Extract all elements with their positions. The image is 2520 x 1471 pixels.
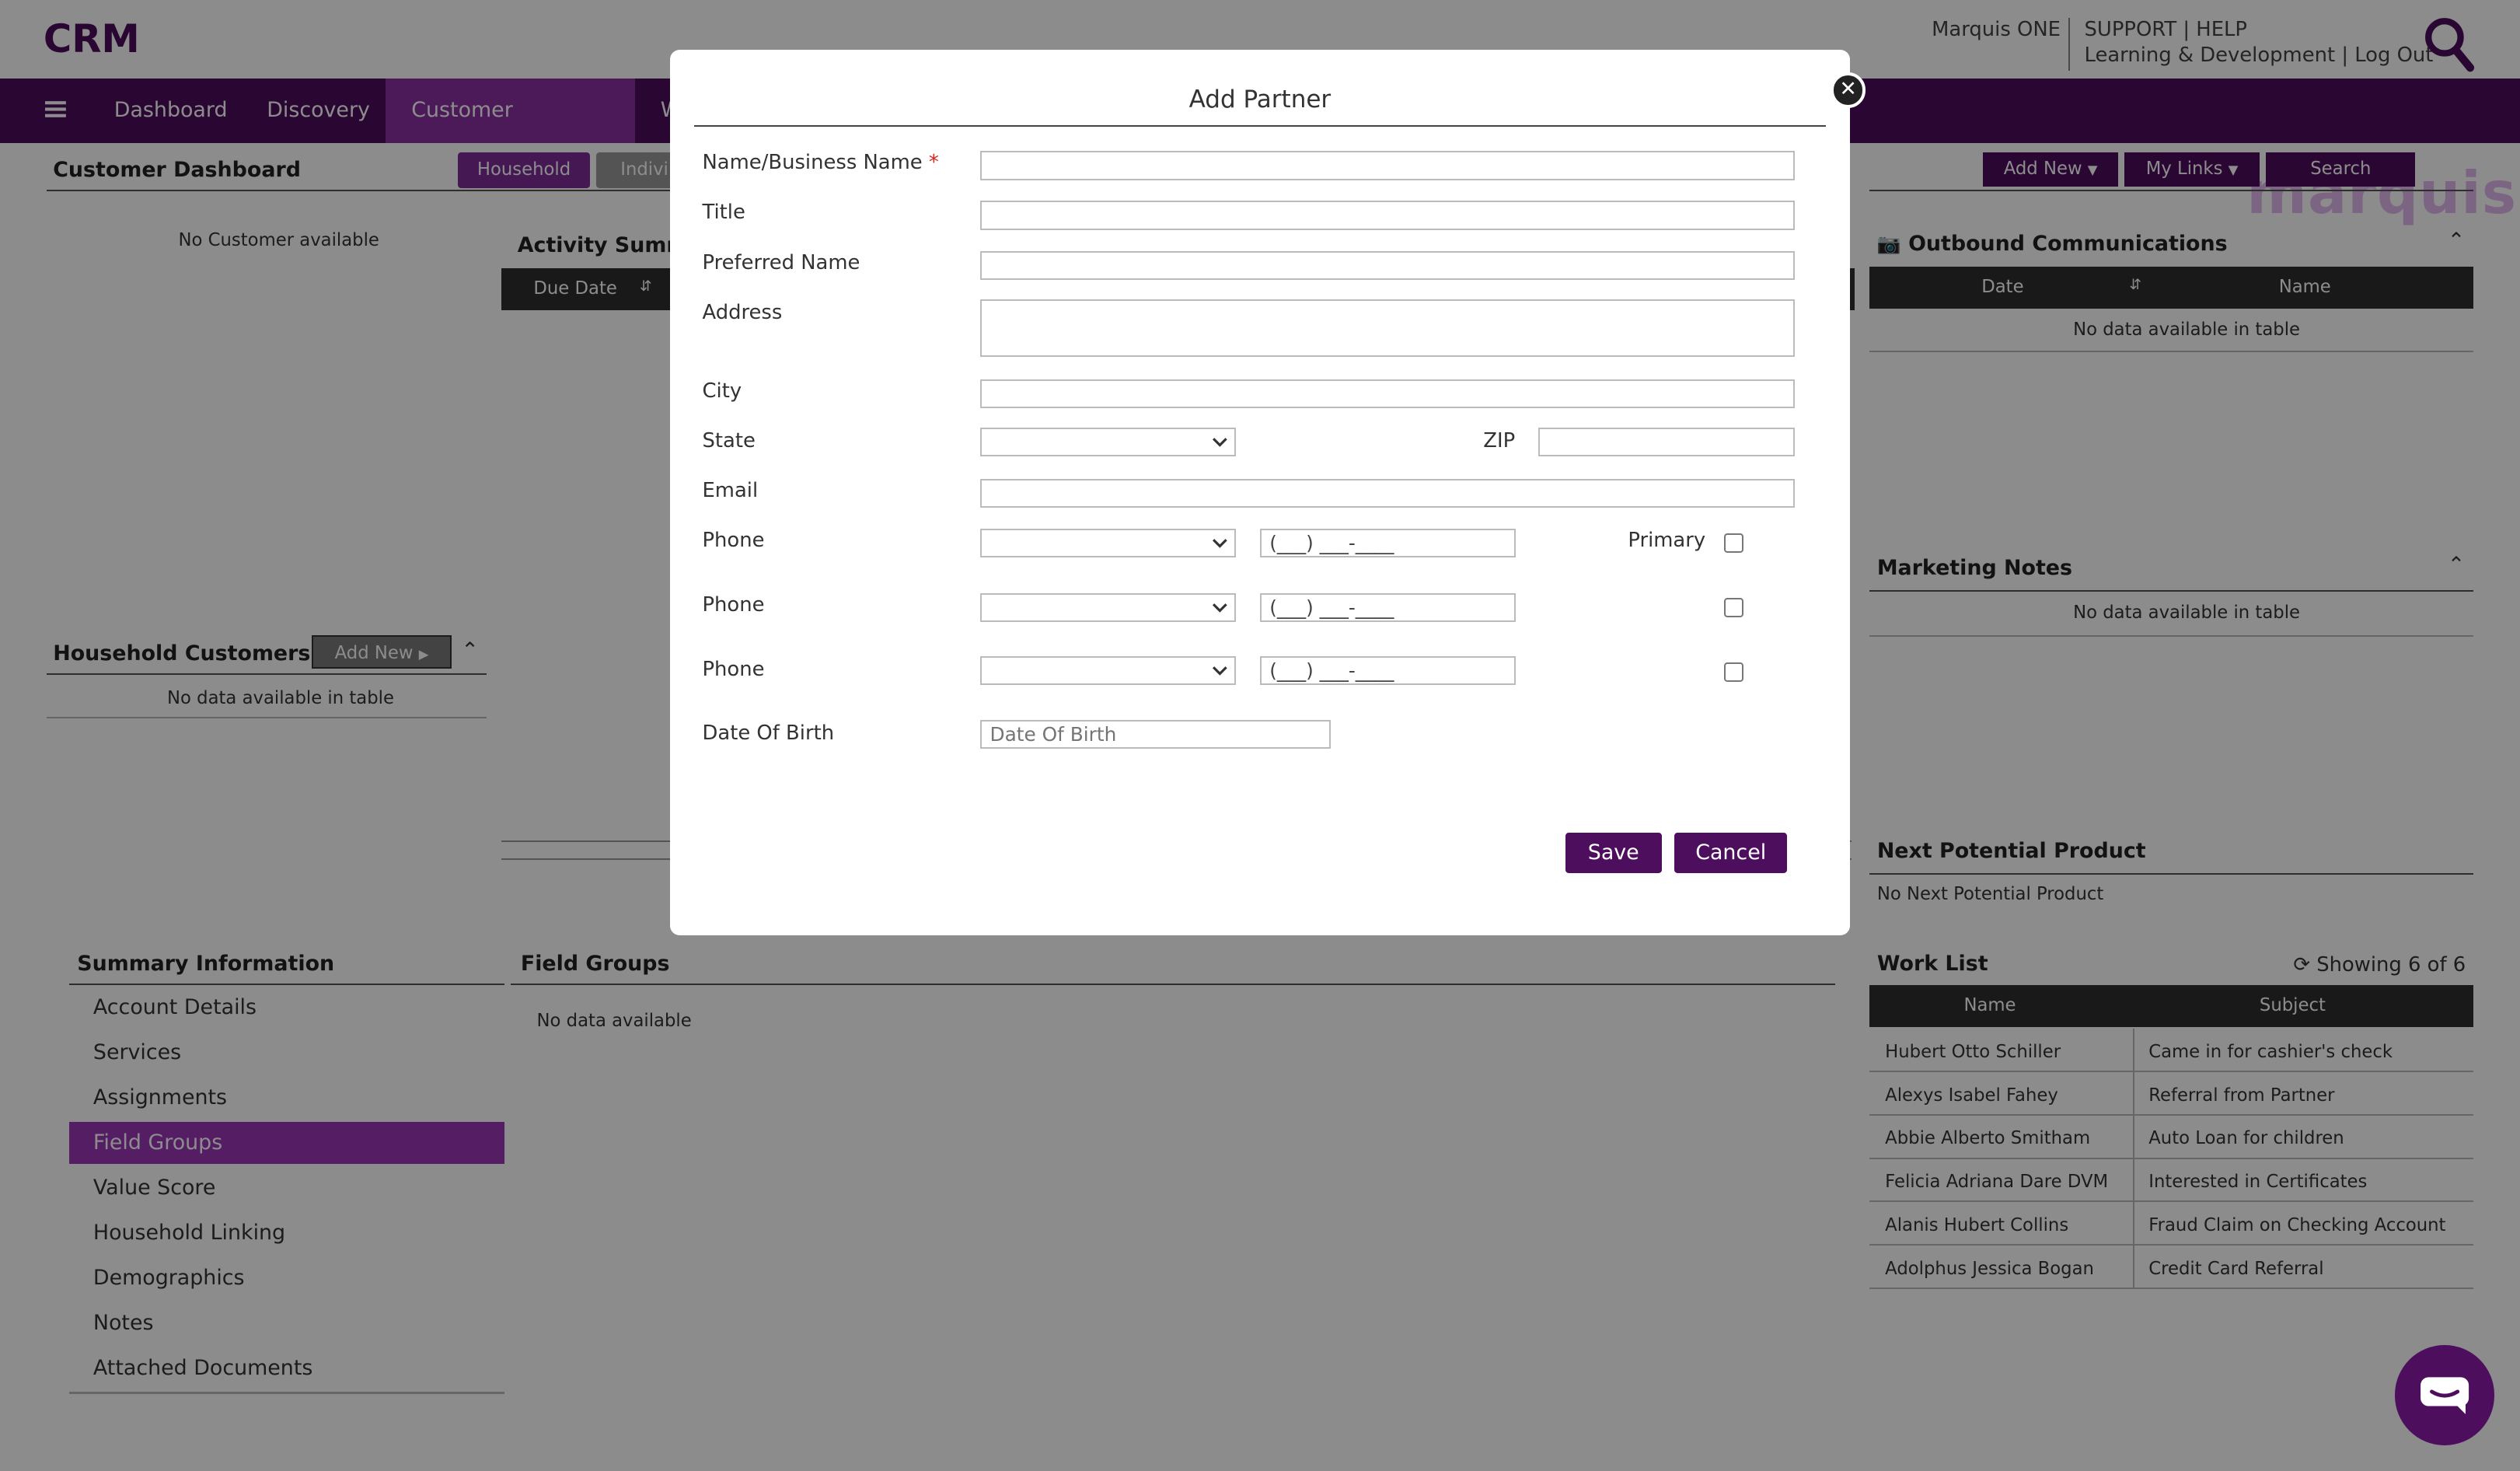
- modal-title: Add Partner: [1188, 85, 1332, 114]
- chevron-down-icon: [1212, 666, 1227, 676]
- preferred-name-field[interactable]: [980, 250, 1796, 280]
- name-label-text: Name/Business Name: [702, 151, 923, 175]
- phone-type-select[interactable]: [980, 529, 1236, 558]
- name-label: Name/Business Name *: [702, 151, 938, 174]
- state-label: State: [702, 429, 756, 452]
- address-label: Address: [702, 300, 783, 324]
- phone-field[interactable]: [1259, 655, 1516, 685]
- preferred-name-label: Preferred Name: [702, 250, 860, 274]
- chat-icon: [2420, 1377, 2469, 1415]
- divider: [694, 125, 1826, 128]
- required-marker: *: [928, 151, 939, 175]
- title-field[interactable]: [980, 201, 1796, 230]
- chevron-down-icon: [1212, 539, 1227, 549]
- title-label: Title: [702, 201, 745, 225]
- phone-label: Phone: [702, 592, 765, 617]
- dob-field[interactable]: [980, 720, 1331, 749]
- primary-checkbox[interactable]: [1724, 533, 1744, 554]
- email-field[interactable]: [980, 479, 1796, 508]
- chevron-down-icon: [1212, 603, 1227, 613]
- primary-label: Primary: [1628, 529, 1706, 553]
- name-field[interactable]: [980, 151, 1796, 180]
- phone-type-select[interactable]: [980, 655, 1236, 685]
- dob-label: Date Of Birth: [702, 722, 835, 746]
- city-field[interactable]: [980, 379, 1796, 409]
- zip-field[interactable]: [1537, 427, 1796, 457]
- phone-field[interactable]: [1259, 592, 1516, 623]
- chevron-down-icon: [1212, 438, 1227, 447]
- cancel-button[interactable]: Cancel: [1674, 832, 1788, 873]
- phone-field[interactable]: [1259, 529, 1516, 558]
- close-icon[interactable]: ✕: [1830, 72, 1866, 108]
- primary-checkbox[interactable]: [1724, 598, 1744, 617]
- city-label: City: [702, 379, 742, 403]
- email-label: Email: [702, 479, 759, 503]
- phone-label: Phone: [702, 529, 765, 553]
- address-field[interactable]: [980, 299, 1796, 357]
- phone-type-select[interactable]: [980, 592, 1236, 623]
- chat-button[interactable]: [2394, 1345, 2494, 1445]
- state-select[interactable]: [980, 427, 1236, 457]
- save-button[interactable]: Save: [1565, 832, 1662, 873]
- add-partner-modal: Add Partner Name/Business Name * Title P…: [670, 50, 1850, 936]
- primary-checkbox[interactable]: [1724, 662, 1744, 682]
- phone-label: Phone: [702, 657, 765, 681]
- zip-label: ZIP: [1483, 429, 1516, 452]
